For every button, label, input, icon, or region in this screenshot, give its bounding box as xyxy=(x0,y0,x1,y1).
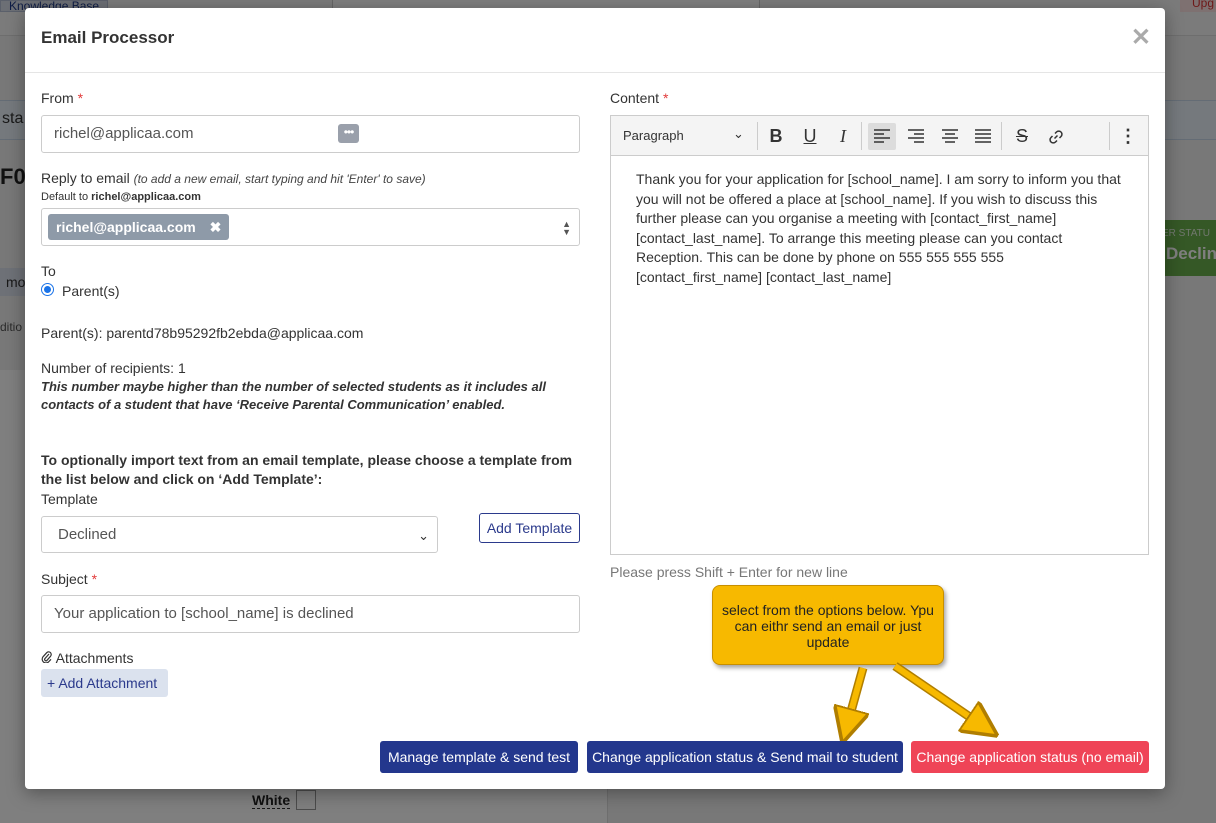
manage-template-button[interactable]: Manage template & send test xyxy=(380,741,578,773)
annotation-arrows xyxy=(25,662,1165,789)
email-processor-modal: Email Processor ✕ From * richel@applicaa… xyxy=(25,8,1165,789)
change-status-send-button[interactable]: Change application status & Send mail to… xyxy=(587,741,903,773)
change-status-no-email-button[interactable]: Change application status (no email) xyxy=(911,741,1149,773)
